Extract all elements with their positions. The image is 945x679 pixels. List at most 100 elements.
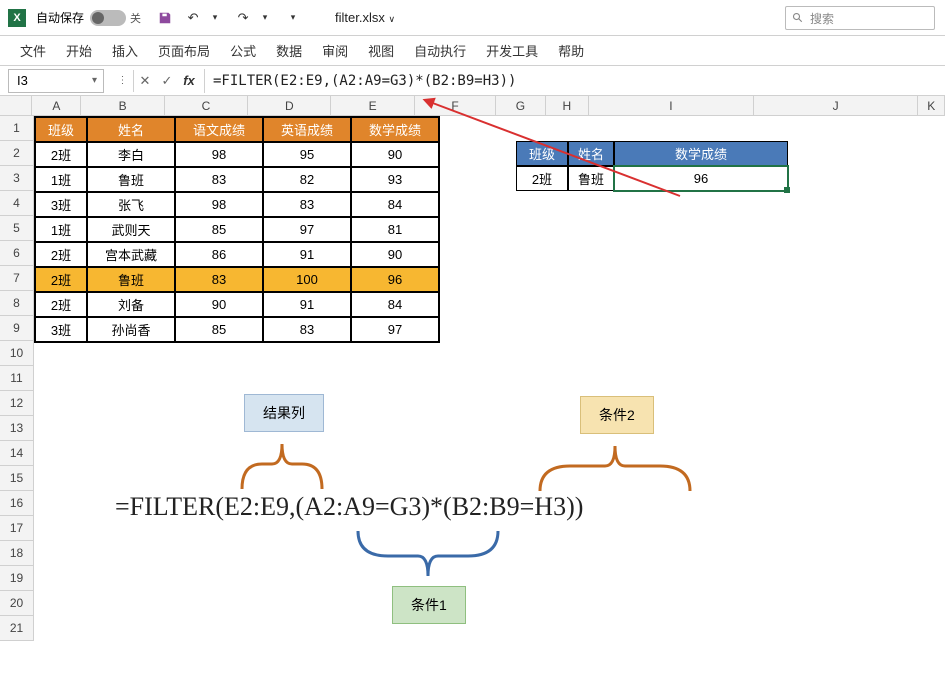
autosave-toggle[interactable] bbox=[90, 10, 126, 26]
table-cell[interactable]: 81 bbox=[351, 217, 439, 242]
ribbon-tab-8[interactable]: 自动执行 bbox=[404, 36, 476, 65]
undo-dropdown[interactable]: ▾ bbox=[203, 6, 227, 30]
spreadsheet-grid[interactable]: ABCDEFGHIJK 1234567891011121314151617181… bbox=[0, 96, 945, 116]
formula-dropdown[interactable]: ⋮ bbox=[112, 70, 134, 92]
row-header[interactable]: 3 bbox=[0, 166, 34, 191]
lookup-header-cell[interactable]: 姓名 bbox=[568, 141, 614, 166]
table-cell[interactable]: 83 bbox=[175, 267, 263, 292]
qat-customize[interactable]: ▾ bbox=[281, 6, 305, 30]
table-cell[interactable]: 85 bbox=[175, 317, 263, 342]
table-cell[interactable]: 84 bbox=[351, 292, 439, 317]
table-cell[interactable]: 90 bbox=[351, 242, 439, 267]
row-header[interactable]: 14 bbox=[0, 441, 34, 466]
row-header[interactable]: 19 bbox=[0, 566, 34, 591]
table-cell[interactable]: 98 bbox=[175, 142, 263, 167]
table-cell[interactable]: 孙尚香 bbox=[87, 317, 175, 342]
table-cell[interactable]: 91 bbox=[263, 292, 351, 317]
formula-input[interactable]: =FILTER(E2:E9,(A2:A9=G3)*(B2:B9=H3)) bbox=[204, 69, 945, 93]
ribbon-tab-1[interactable]: 开始 bbox=[56, 36, 102, 65]
table-header-cell[interactable]: 数学成绩 bbox=[351, 117, 439, 142]
row-header[interactable]: 10 bbox=[0, 341, 34, 366]
row-header[interactable]: 13 bbox=[0, 416, 34, 441]
row-header[interactable]: 9 bbox=[0, 316, 34, 341]
table-cell[interactable]: 90 bbox=[351, 142, 439, 167]
row-header[interactable]: 20 bbox=[0, 591, 34, 616]
save-button[interactable] bbox=[153, 6, 177, 30]
table-header-cell[interactable]: 英语成绩 bbox=[263, 117, 351, 142]
column-header[interactable]: G bbox=[496, 96, 545, 116]
ribbon-tab-10[interactable]: 帮助 bbox=[548, 36, 594, 65]
row-header[interactable]: 7 bbox=[0, 266, 34, 291]
table-cell[interactable]: 武则天 bbox=[87, 217, 175, 242]
lookup-cell[interactable]: 2班 bbox=[516, 166, 568, 191]
table-cell[interactable]: 96 bbox=[351, 267, 439, 292]
column-header[interactable]: D bbox=[248, 96, 331, 116]
table-cell[interactable]: 鲁班 bbox=[87, 267, 175, 292]
redo-button[interactable]: ↷ bbox=[231, 6, 255, 30]
row-header[interactable]: 1 bbox=[0, 116, 34, 141]
table-cell[interactable]: 91 bbox=[263, 242, 351, 267]
row-header[interactable]: 17 bbox=[0, 516, 34, 541]
lookup-cell[interactable]: 鲁班 bbox=[568, 166, 614, 191]
table-cell[interactable]: 2班 bbox=[35, 267, 87, 292]
column-header[interactable]: K bbox=[918, 96, 945, 116]
table-cell[interactable]: 100 bbox=[263, 267, 351, 292]
row-header[interactable]: 15 bbox=[0, 466, 34, 491]
column-header[interactable]: I bbox=[589, 96, 754, 116]
ribbon-tab-7[interactable]: 视图 bbox=[358, 36, 404, 65]
column-header[interactable]: H bbox=[546, 96, 590, 116]
fx-button[interactable]: fx bbox=[178, 70, 200, 92]
select-all-corner[interactable] bbox=[0, 96, 32, 116]
table-cell[interactable]: 宫本武藏 bbox=[87, 242, 175, 267]
undo-button[interactable]: ↶ bbox=[181, 6, 205, 30]
ribbon-tab-2[interactable]: 插入 bbox=[102, 36, 148, 65]
lookup-header-cell[interactable]: 班级 bbox=[516, 141, 568, 166]
ribbon-tab-4[interactable]: 公式 bbox=[220, 36, 266, 65]
name-box[interactable]: I3▾ bbox=[8, 69, 104, 93]
row-header[interactable]: 16 bbox=[0, 491, 34, 516]
table-cell[interactable]: 李白 bbox=[87, 142, 175, 167]
ribbon-tab-0[interactable]: 文件 bbox=[10, 36, 56, 65]
table-cell[interactable]: 95 bbox=[263, 142, 351, 167]
table-cell[interactable]: 83 bbox=[175, 167, 263, 192]
table-header-cell[interactable]: 姓名 bbox=[87, 117, 175, 142]
column-header[interactable]: J bbox=[754, 96, 919, 116]
file-name[interactable]: filter.xlsx ∨ bbox=[335, 10, 395, 25]
ribbon-tab-6[interactable]: 审阅 bbox=[312, 36, 358, 65]
ribbon-tab-9[interactable]: 开发工具 bbox=[476, 36, 548, 65]
row-header[interactable]: 2 bbox=[0, 141, 34, 166]
table-cell[interactable]: 2班 bbox=[35, 292, 87, 317]
table-cell[interactable]: 鲁班 bbox=[87, 167, 175, 192]
column-header[interactable]: C bbox=[165, 96, 248, 116]
table-cell[interactable]: 3班 bbox=[35, 192, 87, 217]
table-cell[interactable]: 张飞 bbox=[87, 192, 175, 217]
column-header[interactable]: A bbox=[32, 96, 81, 116]
row-header[interactable]: 11 bbox=[0, 366, 34, 391]
row-header[interactable]: 21 bbox=[0, 616, 34, 641]
row-header[interactable]: 6 bbox=[0, 241, 34, 266]
ribbon-tab-5[interactable]: 数据 bbox=[266, 36, 312, 65]
table-cell[interactable]: 刘备 bbox=[87, 292, 175, 317]
table-cell[interactable]: 1班 bbox=[35, 217, 87, 242]
column-header[interactable]: F bbox=[415, 96, 496, 116]
row-header[interactable]: 12 bbox=[0, 391, 34, 416]
ribbon-tab-3[interactable]: 页面布局 bbox=[148, 36, 220, 65]
table-header-cell[interactable]: 语文成绩 bbox=[175, 117, 263, 142]
redo-dropdown[interactable]: ▾ bbox=[253, 6, 277, 30]
table-cell[interactable]: 97 bbox=[263, 217, 351, 242]
table-cell[interactable]: 90 bbox=[175, 292, 263, 317]
row-header[interactable]: 4 bbox=[0, 191, 34, 216]
table-cell[interactable]: 3班 bbox=[35, 317, 87, 342]
row-header[interactable]: 8 bbox=[0, 291, 34, 316]
table-cell[interactable]: 82 bbox=[263, 167, 351, 192]
lookup-header-cell[interactable]: 数学成绩 bbox=[614, 141, 788, 166]
table-cell[interactable]: 83 bbox=[263, 192, 351, 217]
row-header[interactable]: 5 bbox=[0, 216, 34, 241]
enter-formula-button[interactable]: ✓ bbox=[156, 70, 178, 92]
row-header[interactable]: 18 bbox=[0, 541, 34, 566]
cancel-formula-button[interactable]: ✕ bbox=[134, 70, 156, 92]
column-header[interactable]: E bbox=[331, 96, 414, 116]
table-cell[interactable]: 84 bbox=[351, 192, 439, 217]
search-input[interactable]: 搜索 bbox=[785, 6, 935, 30]
table-cell[interactable]: 85 bbox=[175, 217, 263, 242]
